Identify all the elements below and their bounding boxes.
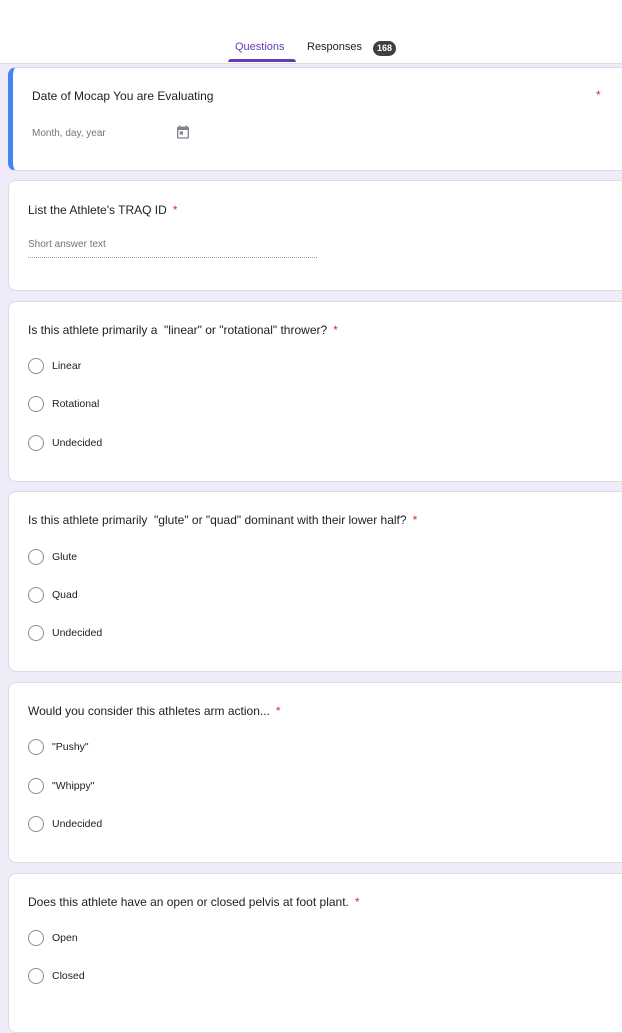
option-label: Quad [52, 589, 78, 601]
required-asterisk: * [172, 203, 178, 217]
tab-questions-underline [228, 59, 296, 62]
question-card-thrower-type[interactable]: Is this athlete primarily a "linear" or … [8, 301, 622, 482]
question-card-mocap-date[interactable]: Date of Mocap You are Evaluating * Month… [8, 67, 622, 171]
top-bar: Questions Responses 168 [0, 0, 622, 64]
option-label: Linear [52, 360, 82, 372]
radio-button[interactable] [28, 587, 44, 603]
short-answer-placeholder[interactable]: Short answer text [28, 239, 106, 250]
radio-button[interactable] [28, 739, 44, 755]
option-label: Rotational [52, 398, 100, 410]
radio-button[interactable] [28, 930, 44, 946]
required-asterisk: * [275, 704, 281, 718]
radio-button[interactable] [28, 396, 44, 412]
option-label: Open [52, 932, 78, 944]
question-title: Date of Mocap You are Evaluating [32, 89, 214, 103]
option-label: Undecided [52, 627, 103, 639]
date-input-placeholder[interactable]: Month, day, year [32, 128, 106, 139]
option-label: "Pushy" [52, 741, 89, 753]
radio-button[interactable] [28, 549, 44, 565]
tab-responses[interactable]: Responses [307, 41, 362, 53]
required-asterisk: * [596, 88, 601, 102]
question-card-pelvis-position[interactable]: Does this athlete have an open or closed… [8, 873, 622, 1033]
radio-button[interactable] [28, 625, 44, 641]
required-asterisk: * [333, 323, 338, 337]
option-label: "Whippy" [52, 780, 95, 792]
option-label: Undecided [52, 818, 103, 830]
tab-questions[interactable]: Questions [235, 41, 285, 53]
question-title: Is this athlete primarily "glute" or "qu… [28, 513, 418, 527]
option-label: Undecided [52, 437, 103, 449]
responses-count-badge: 168 [373, 41, 396, 56]
short-answer-underline [28, 257, 317, 258]
question-title: List the Athlete's TRAQ ID * [28, 203, 178, 217]
radio-button[interactable] [28, 358, 44, 374]
question-card-traq-id[interactable]: List the Athlete's TRAQ ID * Short answer… [8, 180, 622, 291]
question-title: Would you consider this athletes arm act… [28, 704, 281, 718]
question-title: Is this athlete primarily a "linear" or … [28, 323, 338, 337]
question-card-lower-half-dominance[interactable]: Is this athlete primarily "glute" or "qu… [8, 491, 622, 672]
radio-button[interactable] [28, 816, 44, 832]
question-title: Does this athlete have an open or closed… [28, 895, 360, 909]
option-label: Closed [52, 970, 85, 982]
required-asterisk: * [354, 895, 360, 909]
radio-button[interactable] [28, 778, 44, 794]
radio-button[interactable] [28, 435, 44, 451]
question-card-arm-action[interactable]: Would you consider this athletes arm act… [8, 682, 622, 863]
calendar-icon[interactable] [175, 124, 191, 140]
radio-button[interactable] [28, 968, 44, 984]
required-asterisk: * [412, 513, 418, 527]
option-label: Glute [52, 551, 78, 563]
